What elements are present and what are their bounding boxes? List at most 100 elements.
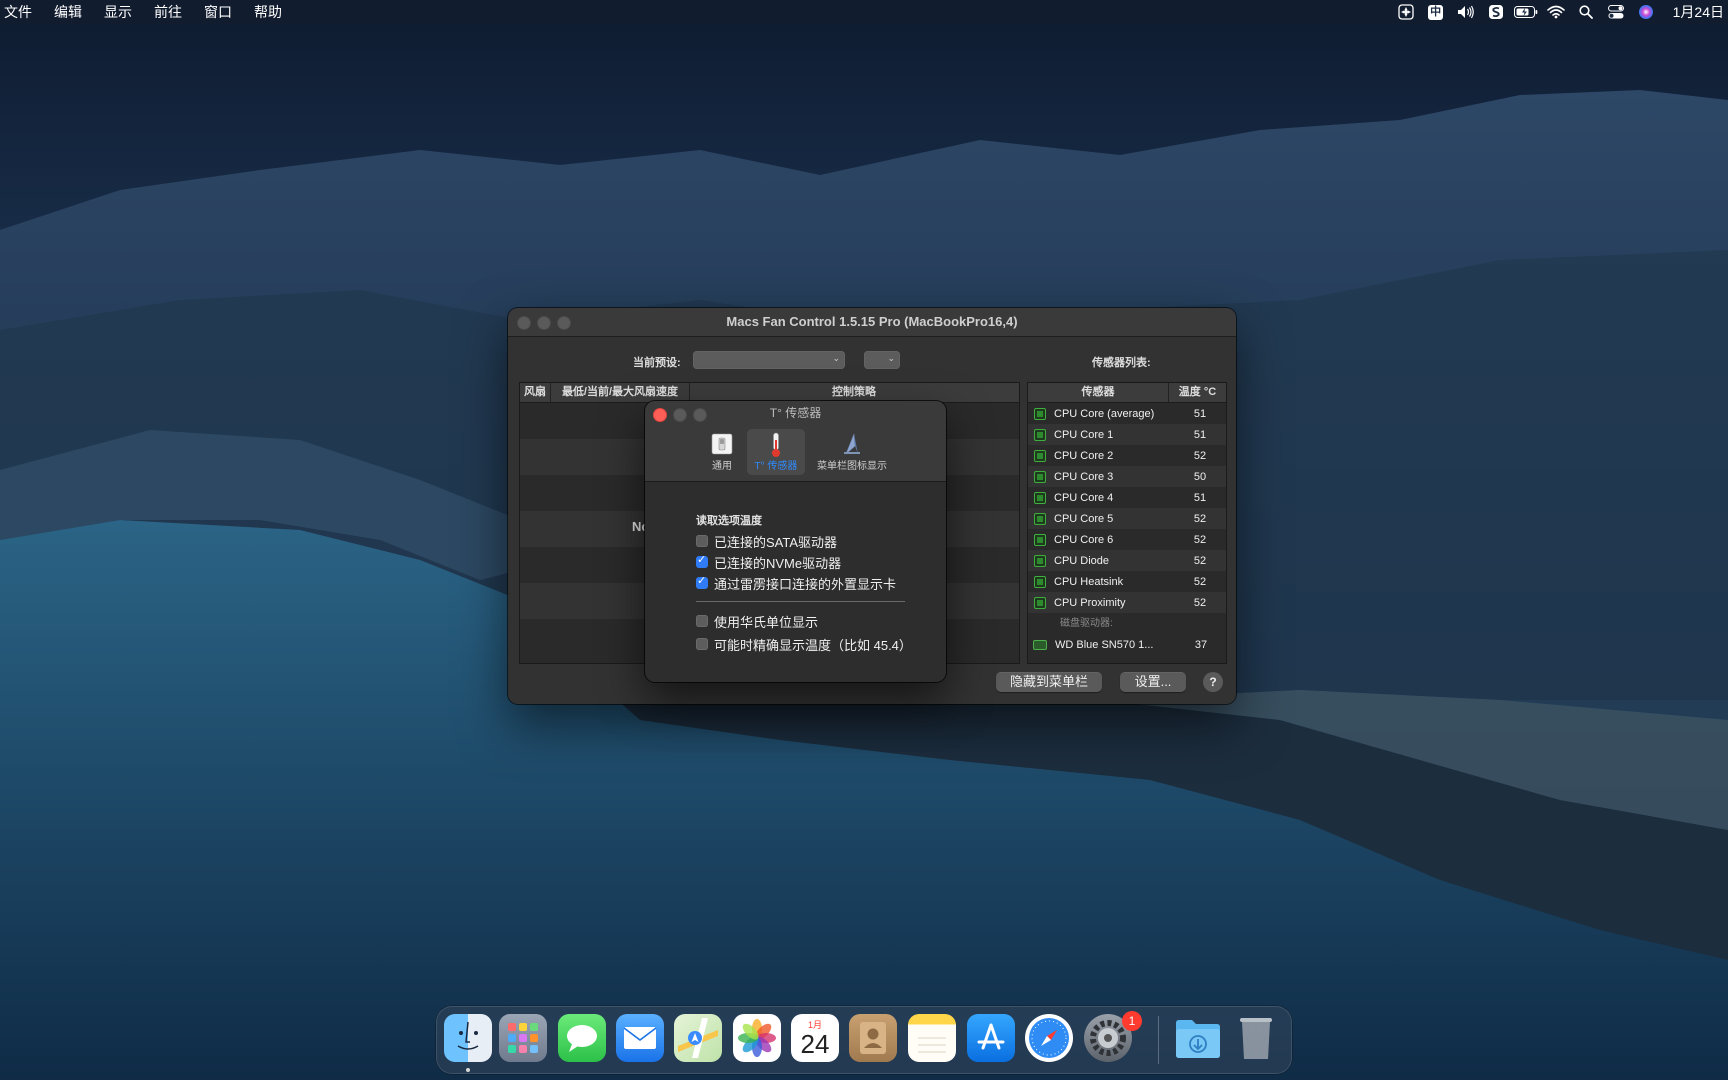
fahrenheit-checkbox[interactable] <box>696 615 708 627</box>
disk-sensor-row[interactable]: WD Blue SN570 1... 37 <box>1028 634 1226 655</box>
preset-actions-select[interactable]: ⌄ <box>864 351 900 369</box>
dock-contacts[interactable] <box>849 1014 897 1062</box>
sensor-name: CPU Heatsink <box>1054 575 1124 588</box>
status-area: 中 1月24日 <box>1391 0 1728 24</box>
dock-messages[interactable] <box>558 1014 606 1062</box>
sensor-name: WD Blue SN570 1... <box>1055 638 1154 651</box>
dock-calendar[interactable]: 1月 24 <box>791 1014 839 1062</box>
cpu-chip-icon <box>1034 596 1046 609</box>
column-control-strategy[interactable]: 控制策略 <box>690 383 1018 402</box>
wifi-icon[interactable] <box>1541 0 1571 24</box>
trash-icon <box>1240 1018 1272 1059</box>
sensor-row[interactable]: CPU Diode 52 <box>1028 550 1226 571</box>
cpu-chip-icon <box>1034 554 1046 567</box>
finder-running-indicator <box>466 1068 470 1072</box>
nvme-drives-label: 已连接的NVMe驱动器 <box>714 555 842 571</box>
egpu-option[interactable]: 通过雷雳接口连接的外置显示卡 <box>696 574 896 592</box>
dock-launchpad[interactable] <box>499 1014 547 1062</box>
cpu-chip-icon <box>1034 407 1046 420</box>
preset-select[interactable]: ⌄ <box>693 351 845 369</box>
column-fan-speed[interactable]: 最低/当前/最大风扇速度 <box>551 383 690 402</box>
help-button[interactable]: ? <box>1203 672 1223 692</box>
dock-mail[interactable] <box>616 1014 664 1062</box>
sensor-table: 传感器 温度 °C CPU Core (average) 51 CPU Core 1… <box>1027 382 1227 664</box>
nvme-drives-checkbox[interactable] <box>696 553 708 568</box>
cpu-chip-icon <box>1034 470 1046 483</box>
sensor-name: CPU Proximity <box>1054 596 1126 609</box>
app-s-icon[interactable] <box>1481 0 1511 24</box>
battery-icon[interactable] <box>1511 0 1541 24</box>
sensor-row[interactable]: CPU Heatsink 52 <box>1028 571 1226 592</box>
prefs-toolbar: T° 传感器 通用 T° 传感器 菜单栏图标显示 <box>645 401 946 482</box>
column-temperature[interactable]: 温度 °C <box>1169 383 1226 402</box>
sensor-temperature: 52 <box>1193 575 1207 588</box>
sensor-row[interactable]: CPU Core 6 52 <box>1028 529 1226 550</box>
nvme-drives-option[interactable]: 已连接的NVMe驱动器 <box>696 553 842 571</box>
column-fan[interactable]: 风扇 <box>520 383 551 402</box>
dock-safari[interactable] <box>1025 1014 1073 1062</box>
tab-menubar-display[interactable]: 菜单栏图标显示 <box>808 429 896 475</box>
zoom-button-disabled[interactable] <box>557 316 571 330</box>
menu-file[interactable]: 文件 <box>0 0 43 24</box>
sensor-row[interactable]: CPU Core 4 51 <box>1028 487 1226 508</box>
spotlight-icon[interactable] <box>1571 0 1601 24</box>
fahrenheit-option[interactable]: 使用华氏单位显示 <box>696 613 818 630</box>
tab-general[interactable]: 通用 <box>703 429 741 475</box>
minimize-button-disabled[interactable] <box>537 316 551 330</box>
chevron-down-icon: ⌄ <box>832 353 840 363</box>
sensor-temperature: 52 <box>1193 449 1207 462</box>
precise-temp-option[interactable]: 可能时精确显示温度（比如 45.4） <box>696 636 912 653</box>
menu-window[interactable]: 窗口 <box>193 0 243 24</box>
menu-go[interactable]: 前往 <box>143 0 193 24</box>
sata-drives-checkbox[interactable] <box>696 535 708 547</box>
egpu-checkbox[interactable] <box>696 574 708 589</box>
sensor-name: CPU Core 2 <box>1054 449 1114 462</box>
sensor-row[interactable]: CPU Core (average) 51 <box>1028 403 1226 424</box>
messages-icon <box>567 1025 597 1052</box>
sensor-row[interactable]: CPU Core 1 51 <box>1028 424 1226 445</box>
dock-maps[interactable] <box>674 1014 722 1062</box>
sensor-temperature: 52 <box>1193 533 1207 546</box>
sensor-row[interactable]: CPU Core 2 52 <box>1028 445 1226 466</box>
siri-icon[interactable] <box>1631 0 1661 24</box>
dock-trash[interactable] <box>1232 1014 1280 1062</box>
cpu-chip-icon <box>1034 575 1046 588</box>
hide-to-menubar-button[interactable]: 隐藏到菜单栏 <box>996 672 1102 692</box>
precise-temp-checkbox[interactable] <box>696 638 708 650</box>
sensor-temperature: 51 <box>1193 407 1207 420</box>
settings-button[interactable]: 设置... <box>1120 672 1186 692</box>
dock-finder[interactable] <box>444 1014 492 1062</box>
dock-app-store[interactable] <box>967 1014 1015 1062</box>
menubar-clock[interactable]: 1月24日 <box>1661 2 1728 22</box>
sensor-row[interactable]: CPU Core 3 50 <box>1028 466 1226 487</box>
menu-help[interactable]: 帮助 <box>243 0 293 24</box>
menu-view[interactable]: 显示 <box>93 0 143 24</box>
input-method-icon[interactable]: 中 <box>1421 0 1451 24</box>
column-sensor[interactable]: 传感器 <box>1028 383 1169 402</box>
macs-fan-control-icon[interactable] <box>1391 0 1421 24</box>
menu-edit[interactable]: 编辑 <box>43 0 93 24</box>
sensor-name: CPU Core 6 <box>1054 533 1114 546</box>
tab-menubar-display-label: 菜单栏图标显示 <box>817 461 887 472</box>
dock-downloads-folder[interactable] <box>1174 1014 1222 1062</box>
dock-separator <box>1158 1016 1159 1064</box>
sata-drives-option[interactable]: 已连接的SATA驱动器 <box>696 533 837 550</box>
sensor-row[interactable]: CPU Core 5 52 <box>1028 508 1226 529</box>
main-title-bar[interactable]: Macs Fan Control 1.5.15 Pro (MacBookPro1… <box>508 308 1236 337</box>
sensor-name: CPU Core 3 <box>1054 470 1114 483</box>
chevron-down-icon: ⌄ <box>887 353 895 363</box>
preset-label: 当前预设: <box>633 357 681 369</box>
system-preferences-badge: 1 <box>1122 1011 1142 1031</box>
close-button-disabled[interactable] <box>517 316 531 330</box>
dock-notes[interactable] <box>908 1014 956 1062</box>
cpu-chip-icon <box>1034 512 1046 525</box>
sensor-name: CPU Core 4 <box>1054 491 1114 504</box>
control-center-icon[interactable] <box>1601 0 1631 24</box>
volume-icon[interactable] <box>1451 0 1481 24</box>
sensor-row[interactable]: CPU Proximity 52 <box>1028 592 1226 613</box>
cpu-chip-icon <box>1034 533 1046 546</box>
tab-temperature-sensors[interactable]: T° 传感器 <box>747 429 805 475</box>
finder-icon <box>457 1021 479 1050</box>
general-switch-icon <box>711 432 733 459</box>
dock-photos[interactable] <box>733 1014 781 1062</box>
